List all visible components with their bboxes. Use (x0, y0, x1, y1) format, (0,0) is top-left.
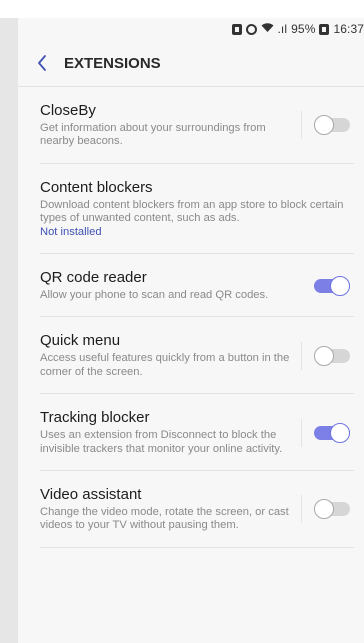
item-text: QR code reader Allow your phone to scan … (40, 269, 301, 302)
toggle-knob (314, 499, 334, 520)
page-title: EXTENSIONS (64, 54, 161, 72)
extension-item-tracking-blocker[interactable]: Tracking blocker Uses an extension from … (40, 394, 354, 472)
chevron-left-icon (38, 55, 46, 71)
back-button[interactable] (22, 43, 62, 83)
switch-divider (301, 111, 354, 140)
item-text: CloseBy Get information about your surro… (40, 102, 301, 149)
item-description: Download content blockers from an app st… (40, 198, 344, 225)
item-description: Access useful features quickly from a bu… (40, 352, 290, 378)
closeby-toggle[interactable] (314, 115, 350, 136)
app-toolbar: EXTENSIONS (18, 40, 364, 87)
item-description: Change the video mode, rotate the screen… (40, 506, 289, 532)
quick-menu-toggle[interactable] (314, 345, 350, 366)
extension-item-video-assistant[interactable]: Video assistant Change the video mode, r… (40, 471, 354, 548)
video-assistant-toggle[interactable] (314, 499, 350, 520)
qr-code-reader-toggle[interactable] (314, 275, 350, 296)
alarm-icon (245, 23, 257, 35)
item-text: Content blockers Download content blocke… (40, 179, 354, 239)
extension-item-closeby[interactable]: CloseBy Get information about your surro… (40, 87, 354, 164)
toggle-knob (330, 275, 350, 296)
phone-screen: .ıl 95% 16:37 EXTENSIONS CloseBy Get inf… (18, 18, 364, 643)
switch-divider (301, 272, 354, 300)
extension-item-quick-menu[interactable]: Quick menu Access useful features quickl… (40, 317, 354, 395)
status-bar: .ıl 95% 16:37 (18, 18, 364, 40)
extension-item-content-blockers[interactable]: Content blockers Download content blocke… (40, 164, 354, 255)
item-text: Video assistant Change the video mode, r… (40, 486, 301, 533)
item-title: Video assistant (40, 486, 142, 504)
notification-icon (231, 23, 242, 35)
item-title: Quick menu (40, 332, 121, 350)
item-title: QR code reader (40, 269, 147, 287)
toggle-knob (314, 115, 334, 136)
item-text: Tracking blocker Uses an extension from … (40, 409, 301, 456)
item-description: Get information about your surroundings … (40, 122, 266, 148)
wifi-icon (261, 22, 274, 36)
item-title: Content blockers (40, 178, 153, 196)
signal-icon: .ıl (277, 22, 288, 36)
item-title: Tracking blocker (40, 409, 150, 427)
screen-top-margin (0, 0, 364, 18)
battery-icon (319, 23, 330, 35)
tracking-blocker-toggle[interactable] (314, 422, 350, 443)
extension-item-qr-code-reader[interactable]: QR code reader Allow your phone to scan … (40, 254, 354, 318)
toggle-knob (330, 422, 350, 443)
item-description: Allow your phone to scan and read QR cod… (40, 289, 269, 302)
extensions-list: CloseBy Get information about your surro… (18, 87, 364, 548)
item-text: Quick menu Access useful features quickl… (40, 332, 301, 379)
item-title: CloseBy (40, 102, 96, 119)
toggle-knob (314, 345, 334, 366)
switch-divider (301, 341, 354, 370)
switch-divider (301, 418, 354, 447)
switch-divider (301, 495, 354, 524)
clock-time: 16:37 (333, 22, 364, 36)
item-description: Uses an extension from Disconnect to blo… (40, 429, 283, 455)
install-status: Not installed (40, 225, 102, 238)
battery-percent: 95% (291, 22, 316, 36)
